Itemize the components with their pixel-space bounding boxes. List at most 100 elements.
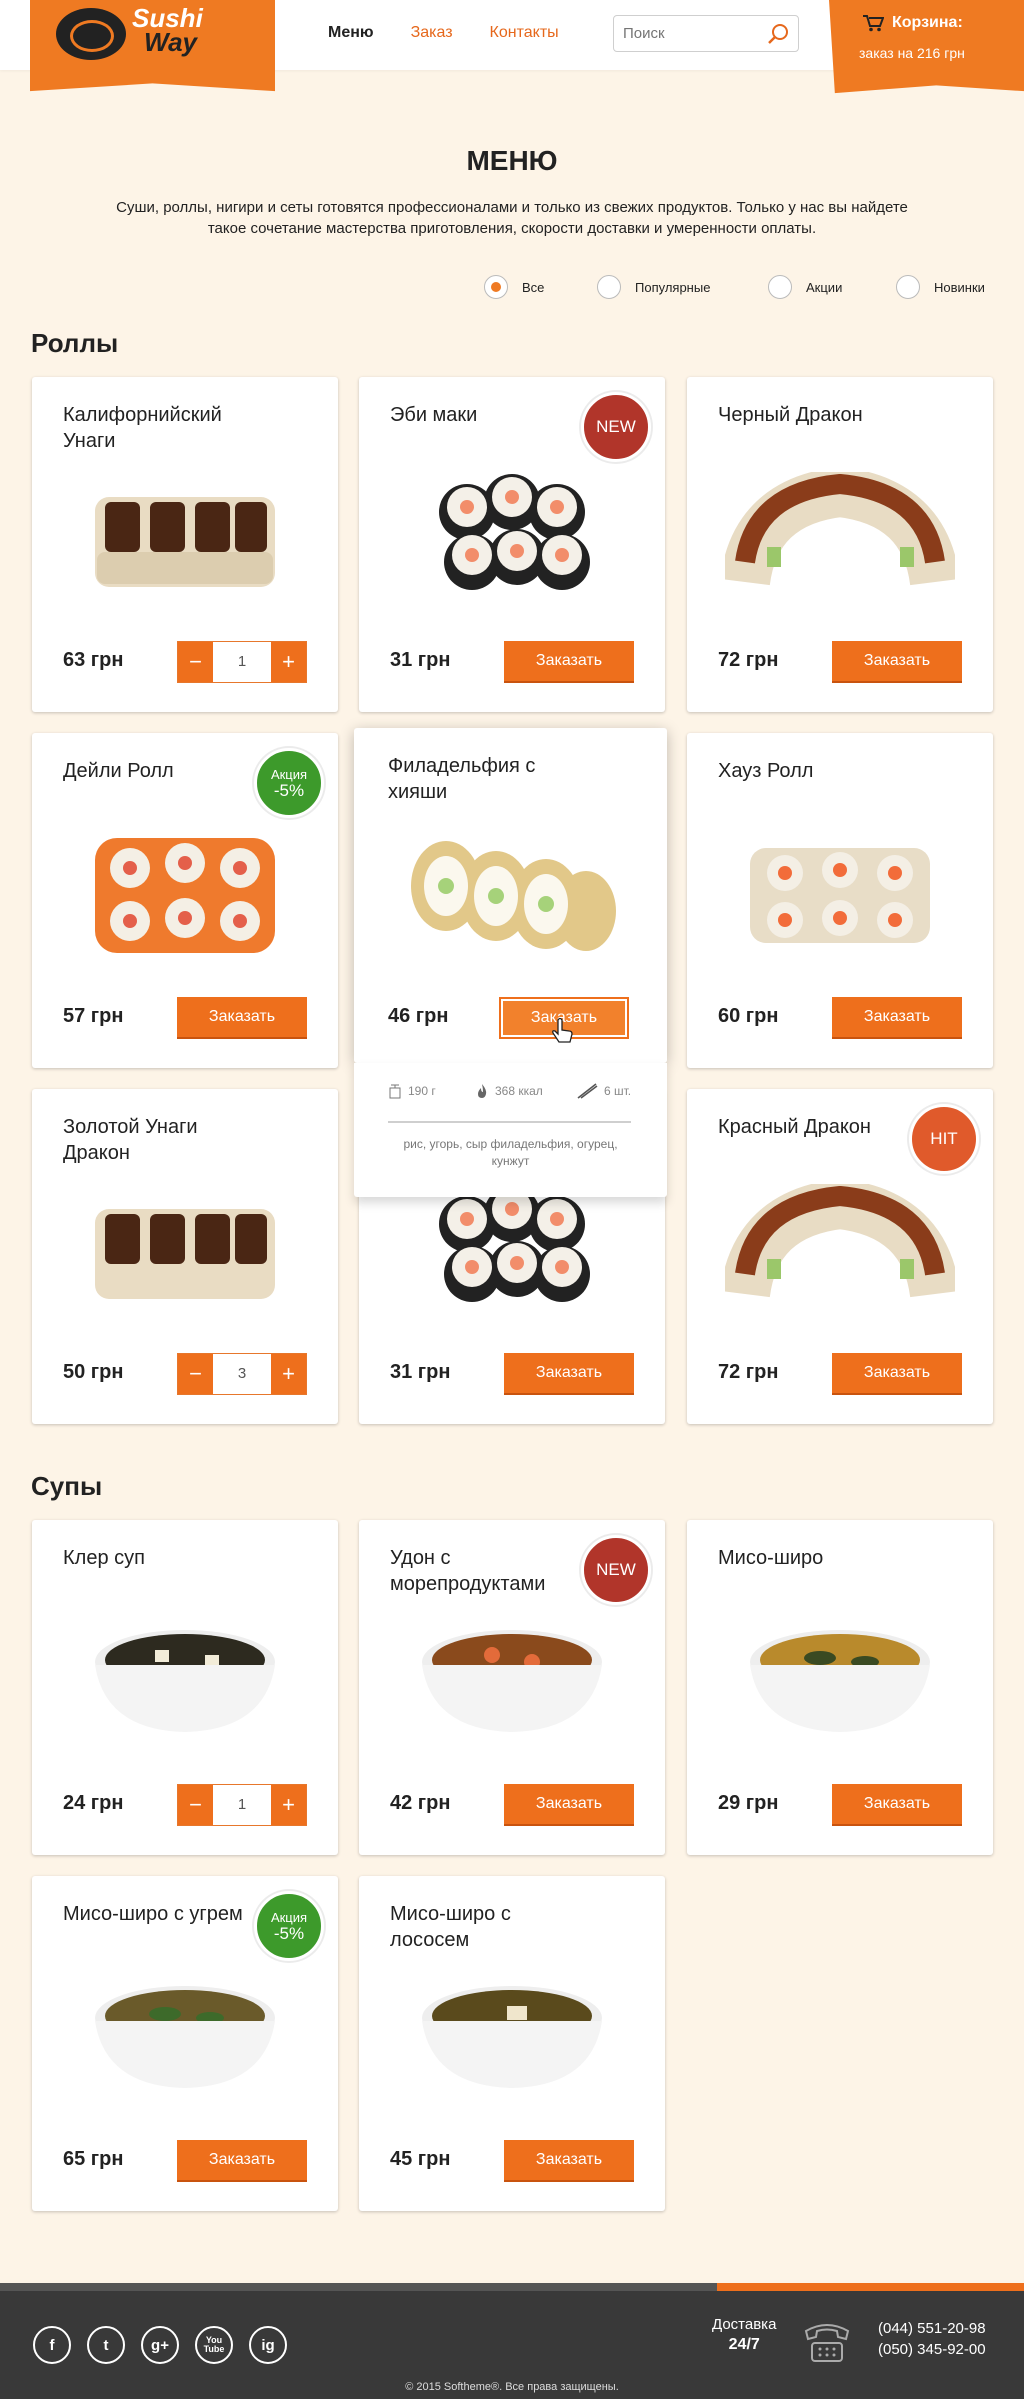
youtube-icon[interactable]: You Tube: [195, 2326, 233, 2364]
scale-icon: [389, 1084, 401, 1099]
filter-label: Новинки: [934, 279, 985, 295]
quantity-value[interactable]: 1: [213, 642, 271, 682]
badge-label: NEW: [596, 417, 636, 436]
order-button[interactable]: Заказать: [504, 1784, 634, 1826]
order-button[interactable]: Заказать: [832, 997, 962, 1039]
product-card[interactable]: Черный Дракон 72 грн Заказать: [687, 377, 993, 712]
order-button[interactable]: Заказать: [832, 1784, 962, 1826]
badge-sale: Акция -5%: [254, 748, 324, 818]
order-button[interactable]: Заказать: [177, 997, 307, 1039]
nav-menu[interactable]: Меню: [328, 24, 374, 42]
product-price: 42 грн: [390, 1792, 451, 1814]
filter-all[interactable]: Все: [484, 275, 544, 299]
flame-icon: [478, 1084, 487, 1098]
product-name: Калифорнийский Унаги: [63, 404, 222, 452]
order-button[interactable]: Заказать: [177, 2140, 307, 2182]
pieces-value: 6 шт.: [604, 1084, 632, 1098]
twitter-icon[interactable]: t: [87, 2326, 125, 2364]
decrement-button[interactable]: −: [178, 642, 213, 682]
product-image: [687, 1174, 993, 1324]
radio-icon[interactable]: [768, 275, 792, 299]
badge-sale: Акция -5%: [254, 1891, 324, 1961]
filter-popular[interactable]: Популярные: [597, 275, 710, 299]
product-price: 50 грн: [63, 1361, 124, 1383]
chopsticks-icon: [577, 1083, 598, 1099]
increment-button[interactable]: +: [271, 1785, 306, 1825]
product-card[interactable]: Золотой Унаги Дракон 50 грн − 3 +: [32, 1089, 338, 1424]
product-name: Удон с морепродуктами: [390, 1547, 546, 1595]
product-card[interactable]: Удон с морепродуктами NEW 42 грн Заказат…: [359, 1520, 665, 1855]
soup-bowl-icon: [95, 1986, 275, 2088]
nav-contacts[interactable]: Контакты: [490, 24, 559, 42]
product-card[interactable]: Мисо-широ с лососем 45 грн Заказать: [359, 1876, 665, 2211]
order-button[interactable]: Заказать: [504, 2140, 634, 2182]
product-card[interactable]: Мисо-широ с угрем Акция -5% 65 грн Заказа…: [32, 1876, 338, 2211]
nav-order[interactable]: Заказ: [411, 24, 453, 42]
cart[interactable]: Корзина: заказ на 216 грн: [829, 0, 1024, 94]
filter-label: Акции: [806, 279, 843, 295]
cart-title: Корзина:: [862, 14, 963, 32]
facebook-label: f: [49, 2336, 55, 2354]
phone-icon: [804, 2324, 850, 2362]
product-price: 72 грн: [718, 649, 779, 671]
product-card[interactable]: Эби маки NEW 31 грн Заказать: [359, 377, 665, 712]
roll-image-icon: [95, 497, 275, 587]
instagram-icon[interactable]: ig: [249, 2326, 287, 2364]
product-name: Эби маки: [390, 404, 478, 426]
filter-new[interactable]: Новинки: [896, 275, 985, 299]
phone-number[interactable]: (044) 551-20-98: [878, 2318, 986, 2339]
filter-sales[interactable]: Акции: [768, 275, 842, 299]
product-price: 60 грн: [718, 1005, 779, 1027]
intro-line-2: такое сочетание мастерства приготовления…: [207, 220, 817, 237]
kcal-stat: 368 ккал: [475, 1083, 543, 1099]
cart-sum: заказ на 216 грн: [859, 45, 965, 61]
decrement-button[interactable]: −: [178, 1785, 213, 1825]
radio-icon[interactable]: [484, 275, 508, 299]
footer-strip: [0, 2283, 1024, 2291]
product-price: 31 грн: [390, 649, 451, 671]
cart-title-label: Корзина:: [892, 14, 963, 31]
increment-button[interactable]: +: [271, 1354, 306, 1394]
product-card[interactable]: Красный Дракон HIT 72 грн Заказать: [687, 1089, 993, 1424]
product-name: Клер суп: [63, 1547, 145, 1569]
product-image: [32, 1961, 338, 2111]
logo-line-2: Way: [144, 27, 197, 57]
quantity-stepper: − 1 +: [177, 1784, 307, 1826]
logo[interactable]: Sushi Way: [30, 0, 275, 92]
product-name: Золотой Унаги Дракон: [63, 1116, 198, 1164]
increment-button[interactable]: +: [271, 642, 306, 682]
search-input[interactable]: [614, 16, 754, 51]
google-plus-icon[interactable]: g+: [141, 2326, 179, 2364]
radio-icon[interactable]: [597, 275, 621, 299]
product-image: [32, 1174, 338, 1324]
quantity-value[interactable]: 3: [213, 1354, 271, 1394]
quantity-value[interactable]: 1: [213, 1785, 271, 1825]
facebook-icon[interactable]: f: [33, 2326, 71, 2364]
order-button[interactable]: Заказать: [504, 641, 634, 683]
product-card-expanded[interactable]: Филадельфия с хияши 46 грн Заказать 190 …: [354, 728, 667, 1197]
filter-label: Все: [522, 279, 545, 295]
house-roll-image-icon: [750, 848, 930, 943]
product-card[interactable]: Калифорнийский Унаги 63 грн − 1 +: [32, 377, 338, 712]
product-card[interactable]: Хауз Ролл 60 грн Заказать: [687, 733, 993, 1068]
decrement-button[interactable]: −: [178, 1354, 213, 1394]
product-image: [354, 816, 667, 966]
radio-icon[interactable]: [896, 275, 920, 299]
quantity-stepper: − 3 +: [177, 1353, 307, 1395]
phone-number[interactable]: (050) 345-92-00: [878, 2339, 986, 2360]
order-button[interactable]: Заказать: [832, 1353, 962, 1395]
product-card[interactable]: Мисо-широ 29 грн Заказать: [687, 1520, 993, 1855]
weight-stat: 190 г: [388, 1083, 436, 1099]
pieces-stat: 6 шт.: [576, 1083, 631, 1099]
product-image: [359, 1961, 665, 2111]
dragon-roll-image-icon: [725, 1184, 955, 1298]
order-button[interactable]: Заказать: [504, 1353, 634, 1395]
soup-bowl-icon: [750, 1630, 930, 1732]
search-icon[interactable]: [766, 22, 790, 46]
product-card[interactable]: Дейли Ролл Акция -5% 57 грн Заказать: [32, 733, 338, 1068]
badge-new: NEW: [581, 1535, 651, 1605]
product-card[interactable]: Клер суп 24 грн − 1 +: [32, 1520, 338, 1855]
product-image: [359, 1605, 665, 1755]
product-name: Дейли Ролл: [63, 760, 174, 782]
order-button[interactable]: Заказать: [832, 641, 962, 683]
